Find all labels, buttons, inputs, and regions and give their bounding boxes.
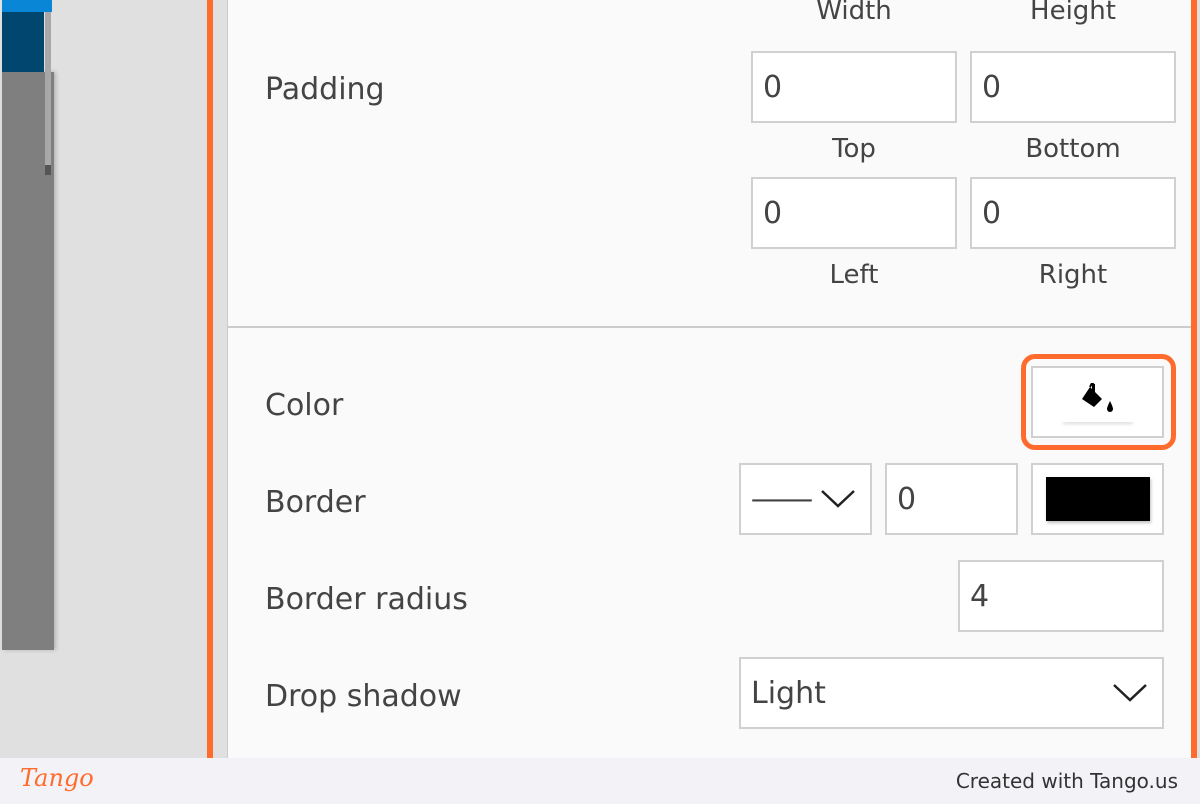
width-caption: Width: [816, 0, 892, 26]
drop-shadow-label: Drop shadow: [265, 679, 462, 714]
bottom-caption: Bottom: [1025, 134, 1121, 164]
paint-bucket-icon: [1081, 382, 1113, 412]
border-color-button[interactable]: [1031, 463, 1164, 535]
border-label: Border: [265, 485, 366, 520]
right-caption: Right: [1038, 260, 1108, 290]
drop-shadow-value: Light: [751, 675, 826, 711]
highlight-border-left: [207, 0, 213, 758]
chevron-down-icon: [821, 490, 855, 508]
border-style-dropdown[interactable]: —: [739, 463, 872, 535]
canvas-element-blue: [2, 0, 52, 12]
highlight-border-right: [1191, 0, 1197, 758]
padding-height-input[interactable]: 0: [970, 51, 1176, 123]
canvas-element-dark-blue: [2, 12, 44, 72]
scrollbar[interactable]: [45, 12, 51, 172]
color-label: Color: [265, 388, 344, 423]
scrollbar-thumb[interactable]: [45, 165, 51, 175]
chevron-down-icon: [1113, 684, 1147, 702]
padding-width-input[interactable]: 0: [751, 51, 957, 123]
color-swatch: [1063, 419, 1133, 422]
credit-text: Created with Tango.us: [955, 769, 1178, 793]
border-radius-input[interactable]: 4: [958, 560, 1164, 632]
border-color-swatch: [1045, 477, 1150, 521]
padding-bottom-input[interactable]: 0: [970, 177, 1176, 249]
padding-top-input[interactable]: 0: [751, 177, 957, 249]
drop-shadow-dropdown[interactable]: Light: [739, 657, 1164, 729]
border-style-value: —: [749, 481, 815, 517]
tango-logo: Tango: [20, 764, 94, 792]
height-caption: Height: [1030, 0, 1116, 26]
top-caption: Top: [832, 134, 876, 164]
padding-label: Padding: [265, 72, 385, 107]
border-radius-label: Border radius: [265, 582, 468, 617]
section-divider: [228, 326, 1191, 328]
color-picker-button[interactable]: [1031, 366, 1164, 438]
border-width-input[interactable]: 0: [885, 463, 1018, 535]
left-caption: Left: [829, 260, 879, 290]
